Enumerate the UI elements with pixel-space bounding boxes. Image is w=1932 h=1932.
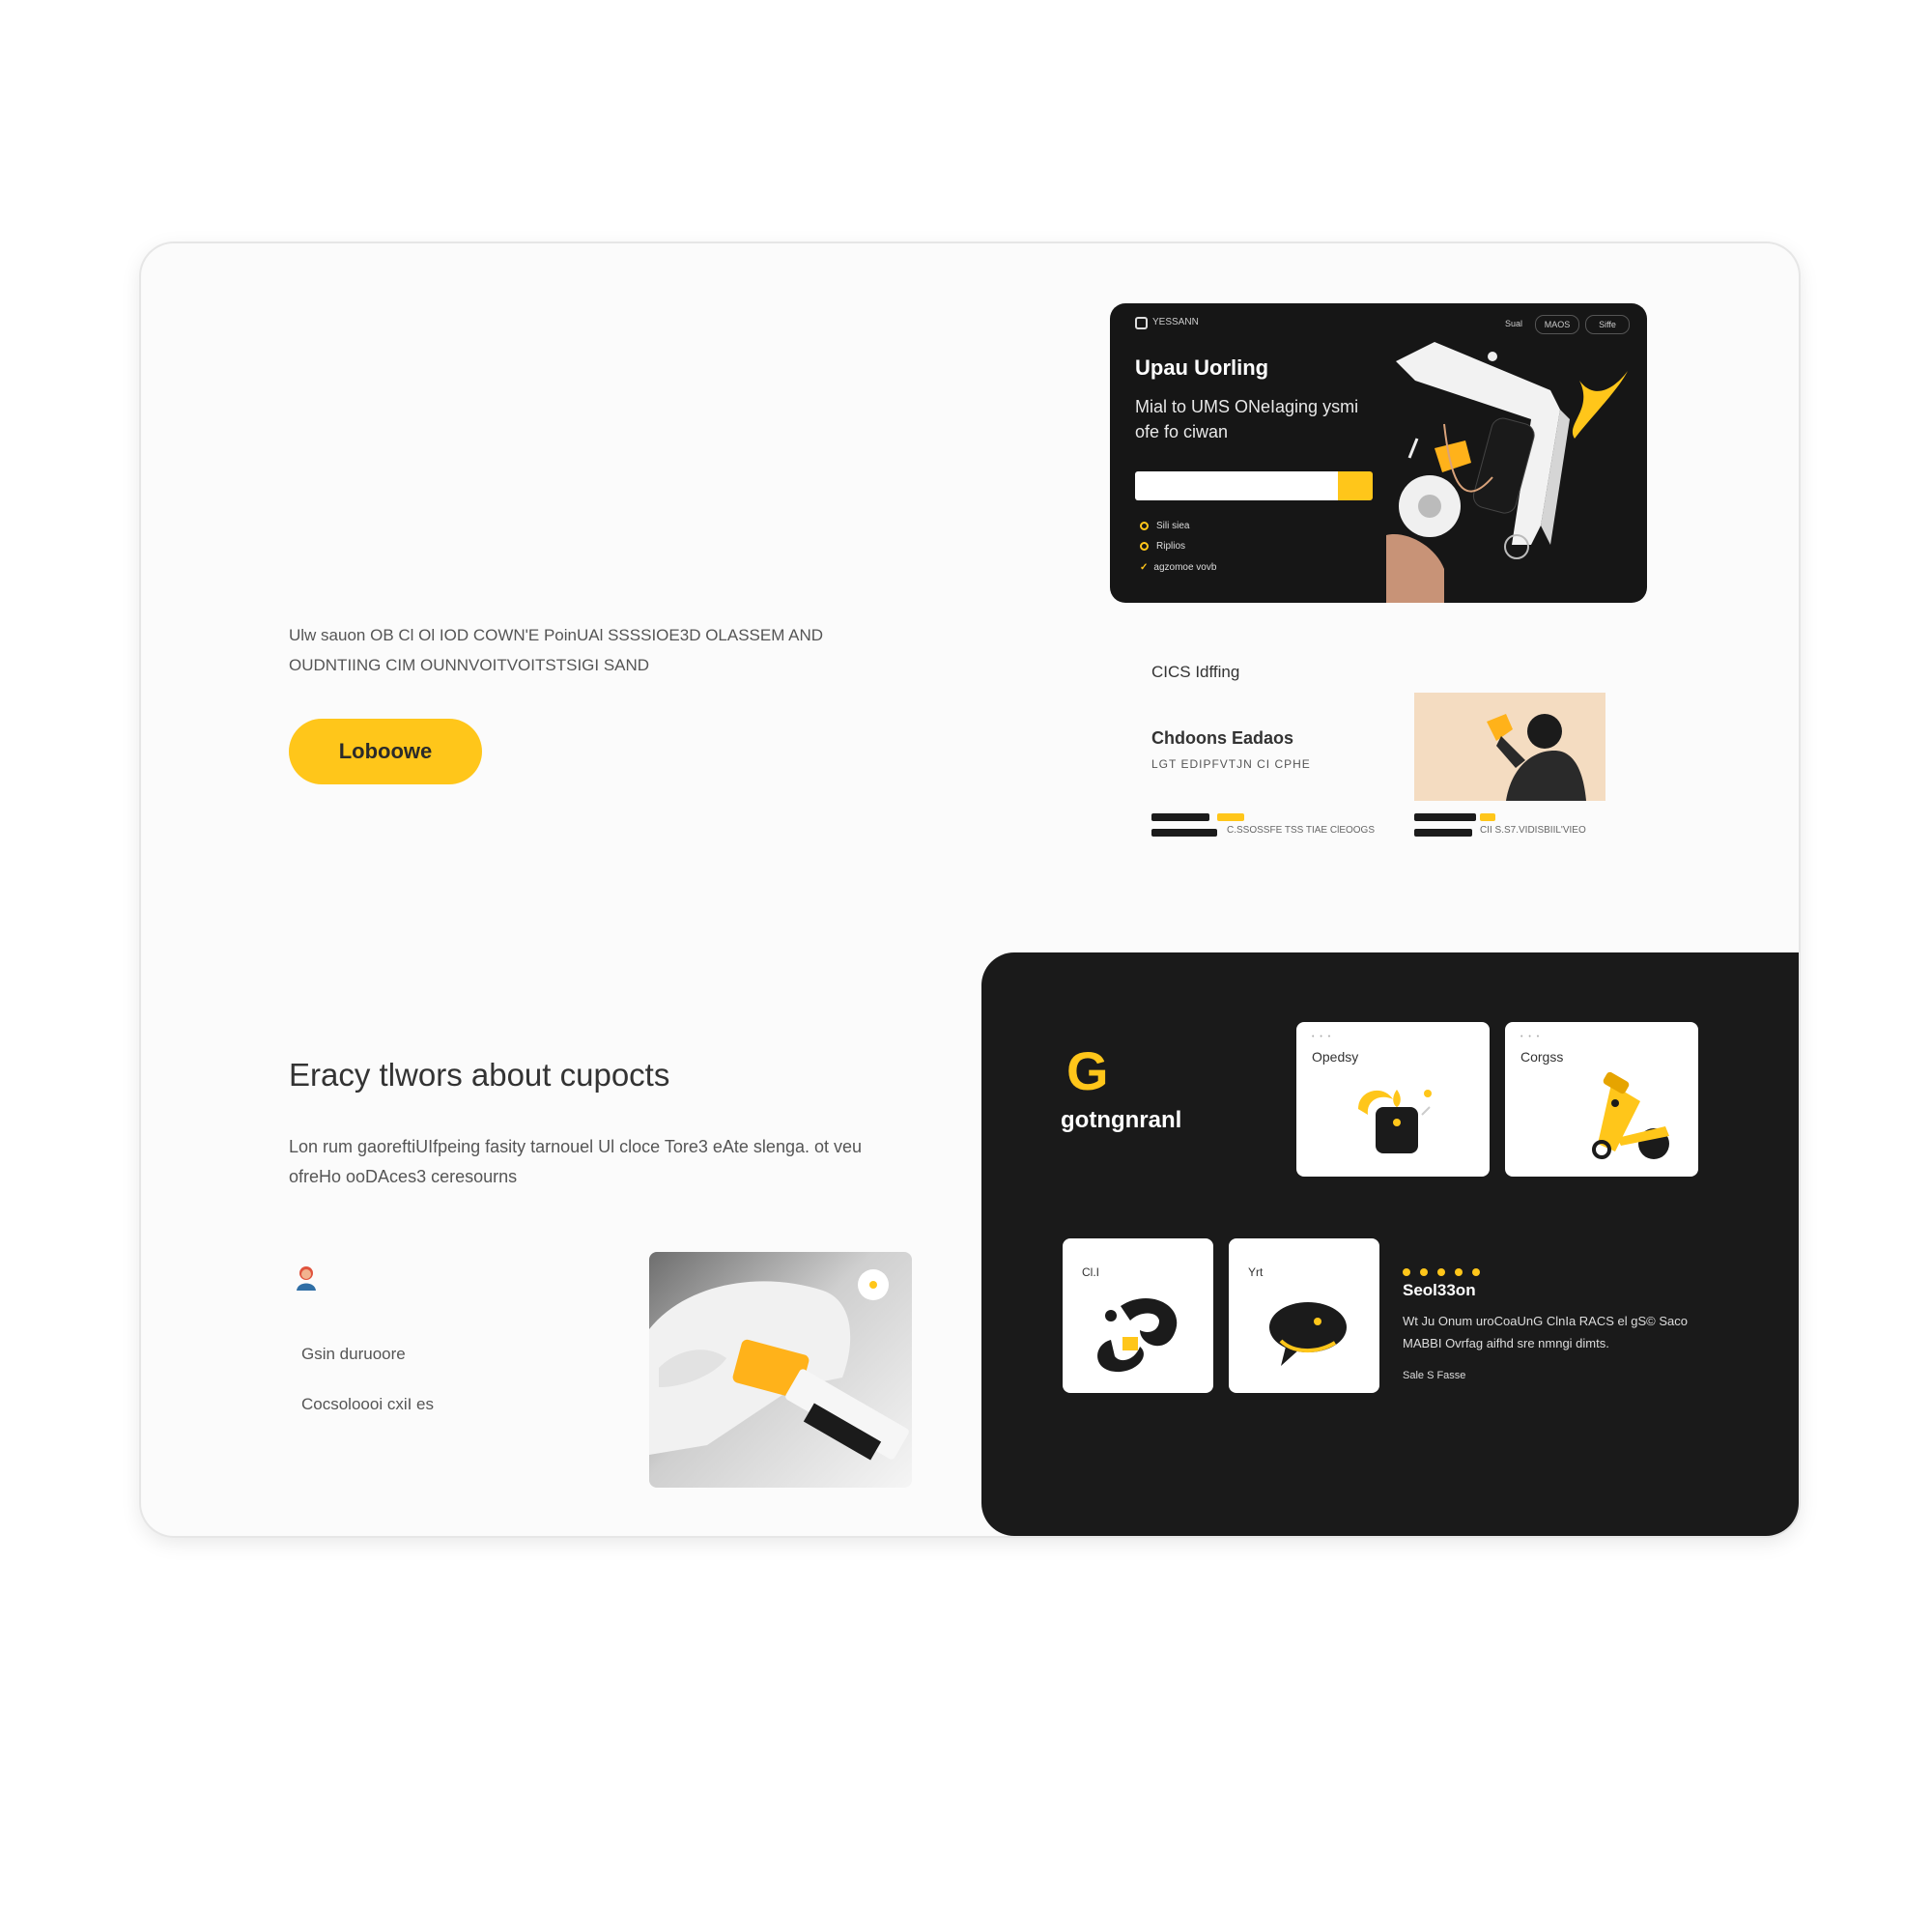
carousel-dots[interactable] — [1403, 1264, 1490, 1281]
preview-email-input[interactable] — [1135, 471, 1363, 500]
dark-showcase-panel: G gotngnranl • • • Opedsy • • • Corgss C… — [981, 952, 1799, 1536]
preview-title: Upau Uorling — [1135, 355, 1269, 380]
app-window: Ulw sauon OB Cl Ol IOD COWN'E PoinUAl SS… — [141, 243, 1799, 1536]
feature-caption: C.SSOSSFE TSS TIAE ClEOOGS — [1227, 825, 1376, 836]
preview-nav-item[interactable]: Sual — [1498, 315, 1529, 332]
showcase-tile[interactable]: • • • Opedsy — [1296, 1022, 1490, 1177]
product-illustration — [1592, 1071, 1669, 1159]
showcase-section-title: Seol33on — [1403, 1281, 1476, 1299]
showcase-tile[interactable]: Yrt — [1229, 1238, 1379, 1393]
ring-bullet-icon — [1140, 542, 1149, 551]
section-body: Lon rum gaoreftiUIfpeing fasity tarnouel… — [289, 1137, 863, 1186]
preview-list-item: Riplios — [1140, 541, 1185, 552]
feature-caption: CII S.S7.VIDISBIIL'VIEO — [1480, 825, 1586, 836]
tile-label: Opedsy — [1312, 1049, 1359, 1065]
tile-label: Corgss — [1520, 1049, 1564, 1065]
preview-list-item: ✓ agzomoe vovb — [1140, 562, 1217, 573]
primary-cta-button[interactable]: Loboowe — [289, 719, 482, 784]
hand-product-photo — [649, 1252, 912, 1488]
preview-nav-item[interactable]: Siffe — [1585, 315, 1630, 334]
showcase-tile[interactable]: Cl.I — [1063, 1238, 1213, 1393]
product-illustration — [1358, 1090, 1432, 1153]
tile-label: Yrt — [1248, 1265, 1264, 1279]
section-title: Eracy tlwors about cupocts — [289, 1057, 670, 1093]
progress-bar — [1151, 829, 1217, 837]
product-illustration — [1269, 1302, 1347, 1366]
feature-photo — [1414, 693, 1605, 801]
feature-subtitle: LGT EDIPFVTJN CI CPHE — [1151, 757, 1311, 771]
feature-heading: CICS Idffing — [1151, 663, 1240, 681]
section-link[interactable]: Gsin duruoore — [301, 1345, 406, 1364]
preview-submit-button[interactable] — [1338, 471, 1373, 500]
showcase-section-body: Wt Ju Onum uroCoaUnG ClnIa RACS el gS© S… — [1403, 1314, 1688, 1350]
progress-bar — [1414, 829, 1472, 837]
product-illustration — [1386, 342, 1628, 603]
product-illustration — [1097, 1297, 1178, 1373]
ring-bullet-icon — [1140, 522, 1149, 530]
preview-list-item: Sili siea — [1140, 521, 1189, 531]
hero-description: Ulw sauon OB Cl Ol IOD COWN'E PoinUAl SS… — [289, 626, 824, 674]
preview-subtitle: Mial to UMS ONeIaging ysmi ofe fo ciwan — [1135, 397, 1359, 441]
person-avatar-icon — [297, 1266, 316, 1291]
check-icon: ✓ — [1140, 562, 1149, 573]
brand-name: gotngnranl — [1061, 1107, 1182, 1133]
progress-bar-accent — [1480, 813, 1495, 821]
preview-nav-item[interactable]: MAOS — [1535, 315, 1579, 334]
progress-bar — [1414, 813, 1476, 821]
feature-title: Chdoons Eadaos — [1151, 728, 1294, 748]
g-logo: G — [1066, 1040, 1109, 1101]
progress-bar-accent — [1217, 813, 1244, 821]
progress-bar — [1151, 813, 1209, 821]
showcase-section-link[interactable]: Sale S Fasse — [1403, 1370, 1465, 1381]
showcase-tile[interactable]: • • • Corgss — [1505, 1022, 1698, 1177]
brand-logo-icon — [1135, 317, 1148, 329]
landing-preview-card[interactable]: YESSANN Sual MAOS Siffe Upau Uorling Mia… — [1110, 303, 1647, 603]
section-link[interactable]: Cocsoloooi cxiI es — [301, 1395, 434, 1414]
preview-brand: YESSANN — [1152, 317, 1199, 327]
